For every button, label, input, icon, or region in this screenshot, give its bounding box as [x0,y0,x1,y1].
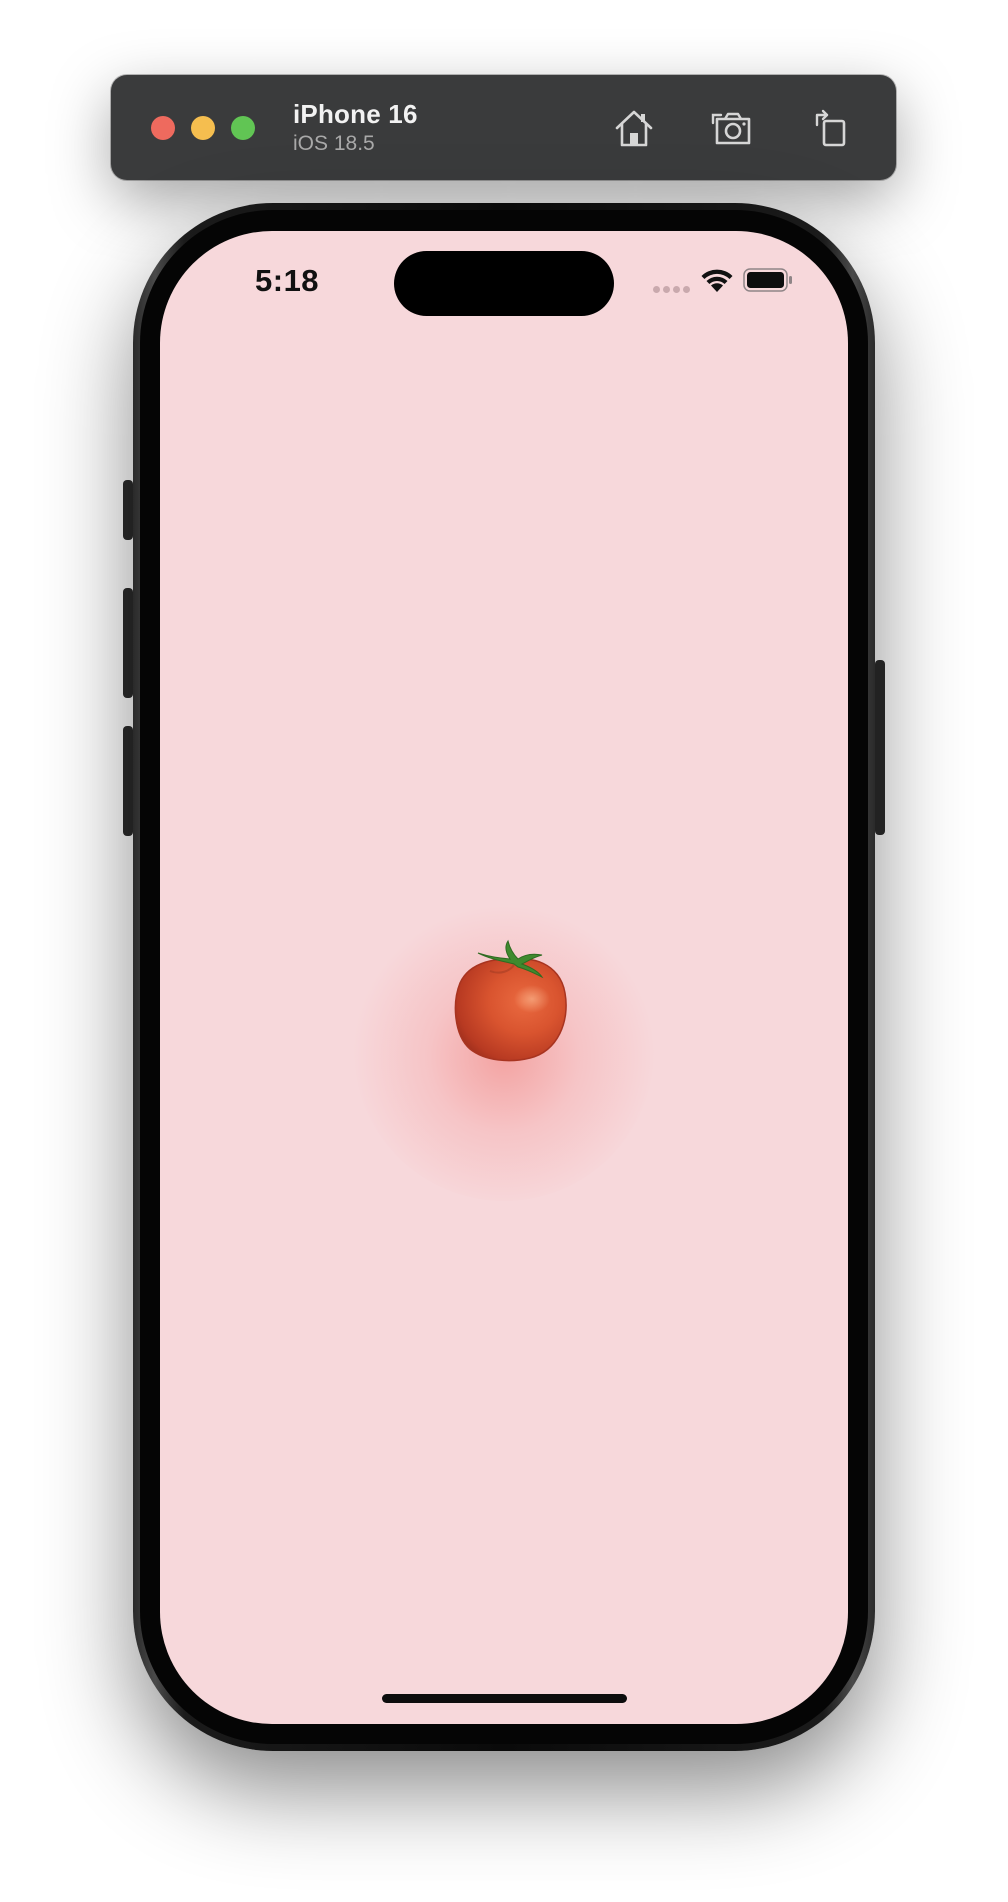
action-button [123,480,133,540]
side-power-button [875,660,885,835]
cellular-signal-icon [653,286,693,294]
close-window-button[interactable] [151,116,175,140]
dynamic-island [394,251,614,316]
rotate-button[interactable] [807,103,857,153]
home-icon [615,110,653,147]
minimize-window-button[interactable] [191,116,215,140]
home-button[interactable] [609,103,659,153]
status-time: 5:18 [255,263,320,298]
tomato-icon[interactable] [430,931,580,1081]
volume-up-button [123,588,133,698]
os-version: iOS 18.5 [293,132,375,155]
screenshot-button[interactable] [708,103,758,153]
home-indicator[interactable] [382,1694,627,1703]
phone-screen[interactable]: 5:18 [160,231,848,1724]
wifi-icon [701,269,733,292]
device-name: iPhone 16 [293,99,418,129]
zoom-window-button[interactable] [231,116,255,140]
battery-icon [743,268,792,292]
volume-down-button [123,726,133,836]
simulator-window: iPhone 16 iOS 18.5 5:18 [0,0,1008,1902]
camera-icon [711,112,751,145]
rotate-icon [815,109,846,147]
simulator-toolbar: iPhone 16 iOS 18.5 [111,75,896,180]
